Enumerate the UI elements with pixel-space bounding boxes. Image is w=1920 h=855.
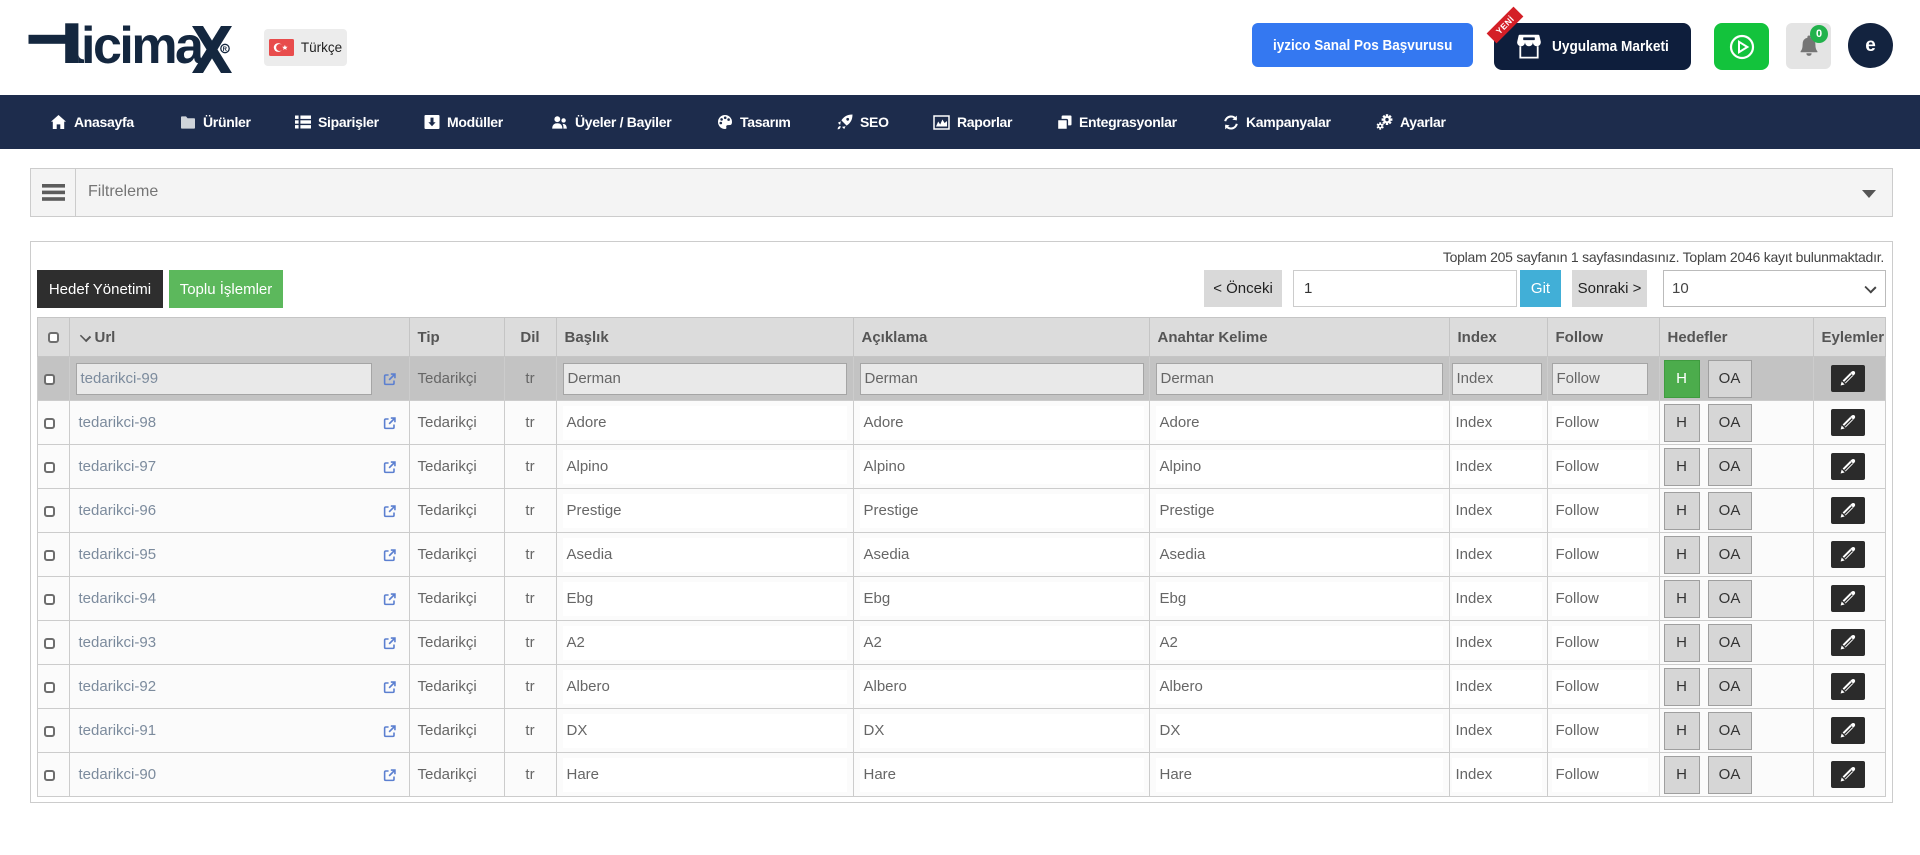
svg-text:icima: icima [81, 18, 205, 75]
svg-text:R: R [223, 47, 228, 53]
